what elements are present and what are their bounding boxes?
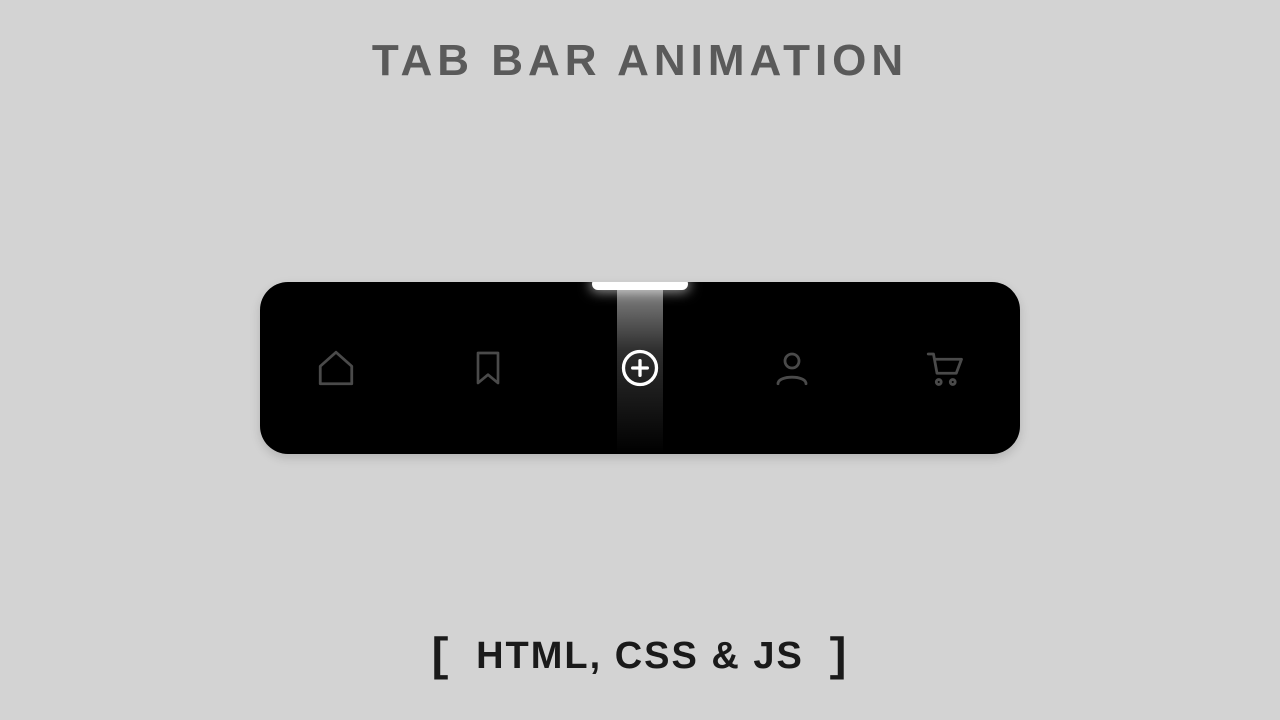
page-subtitle: [ HTML, CSS & JS ]: [0, 632, 1280, 684]
tab-bookmark[interactable]: [412, 282, 564, 454]
page-title: TAB BAR ANIMATION: [0, 36, 1280, 86]
subtitle-text: HTML, CSS & JS: [476, 635, 804, 677]
tab-add[interactable]: [564, 282, 716, 454]
bookmark-icon: [468, 346, 508, 390]
tab-profile[interactable]: [716, 282, 868, 454]
plus-icon: [618, 346, 662, 390]
bracket-left: [: [418, 632, 464, 684]
tab-bar: [260, 282, 1020, 454]
user-icon: [771, 347, 813, 389]
home-icon: [315, 347, 357, 389]
tab-cart[interactable]: [868, 282, 1020, 454]
bracket-right: ]: [816, 632, 862, 684]
cart-icon: [921, 347, 967, 389]
tab-home[interactable]: [260, 282, 412, 454]
